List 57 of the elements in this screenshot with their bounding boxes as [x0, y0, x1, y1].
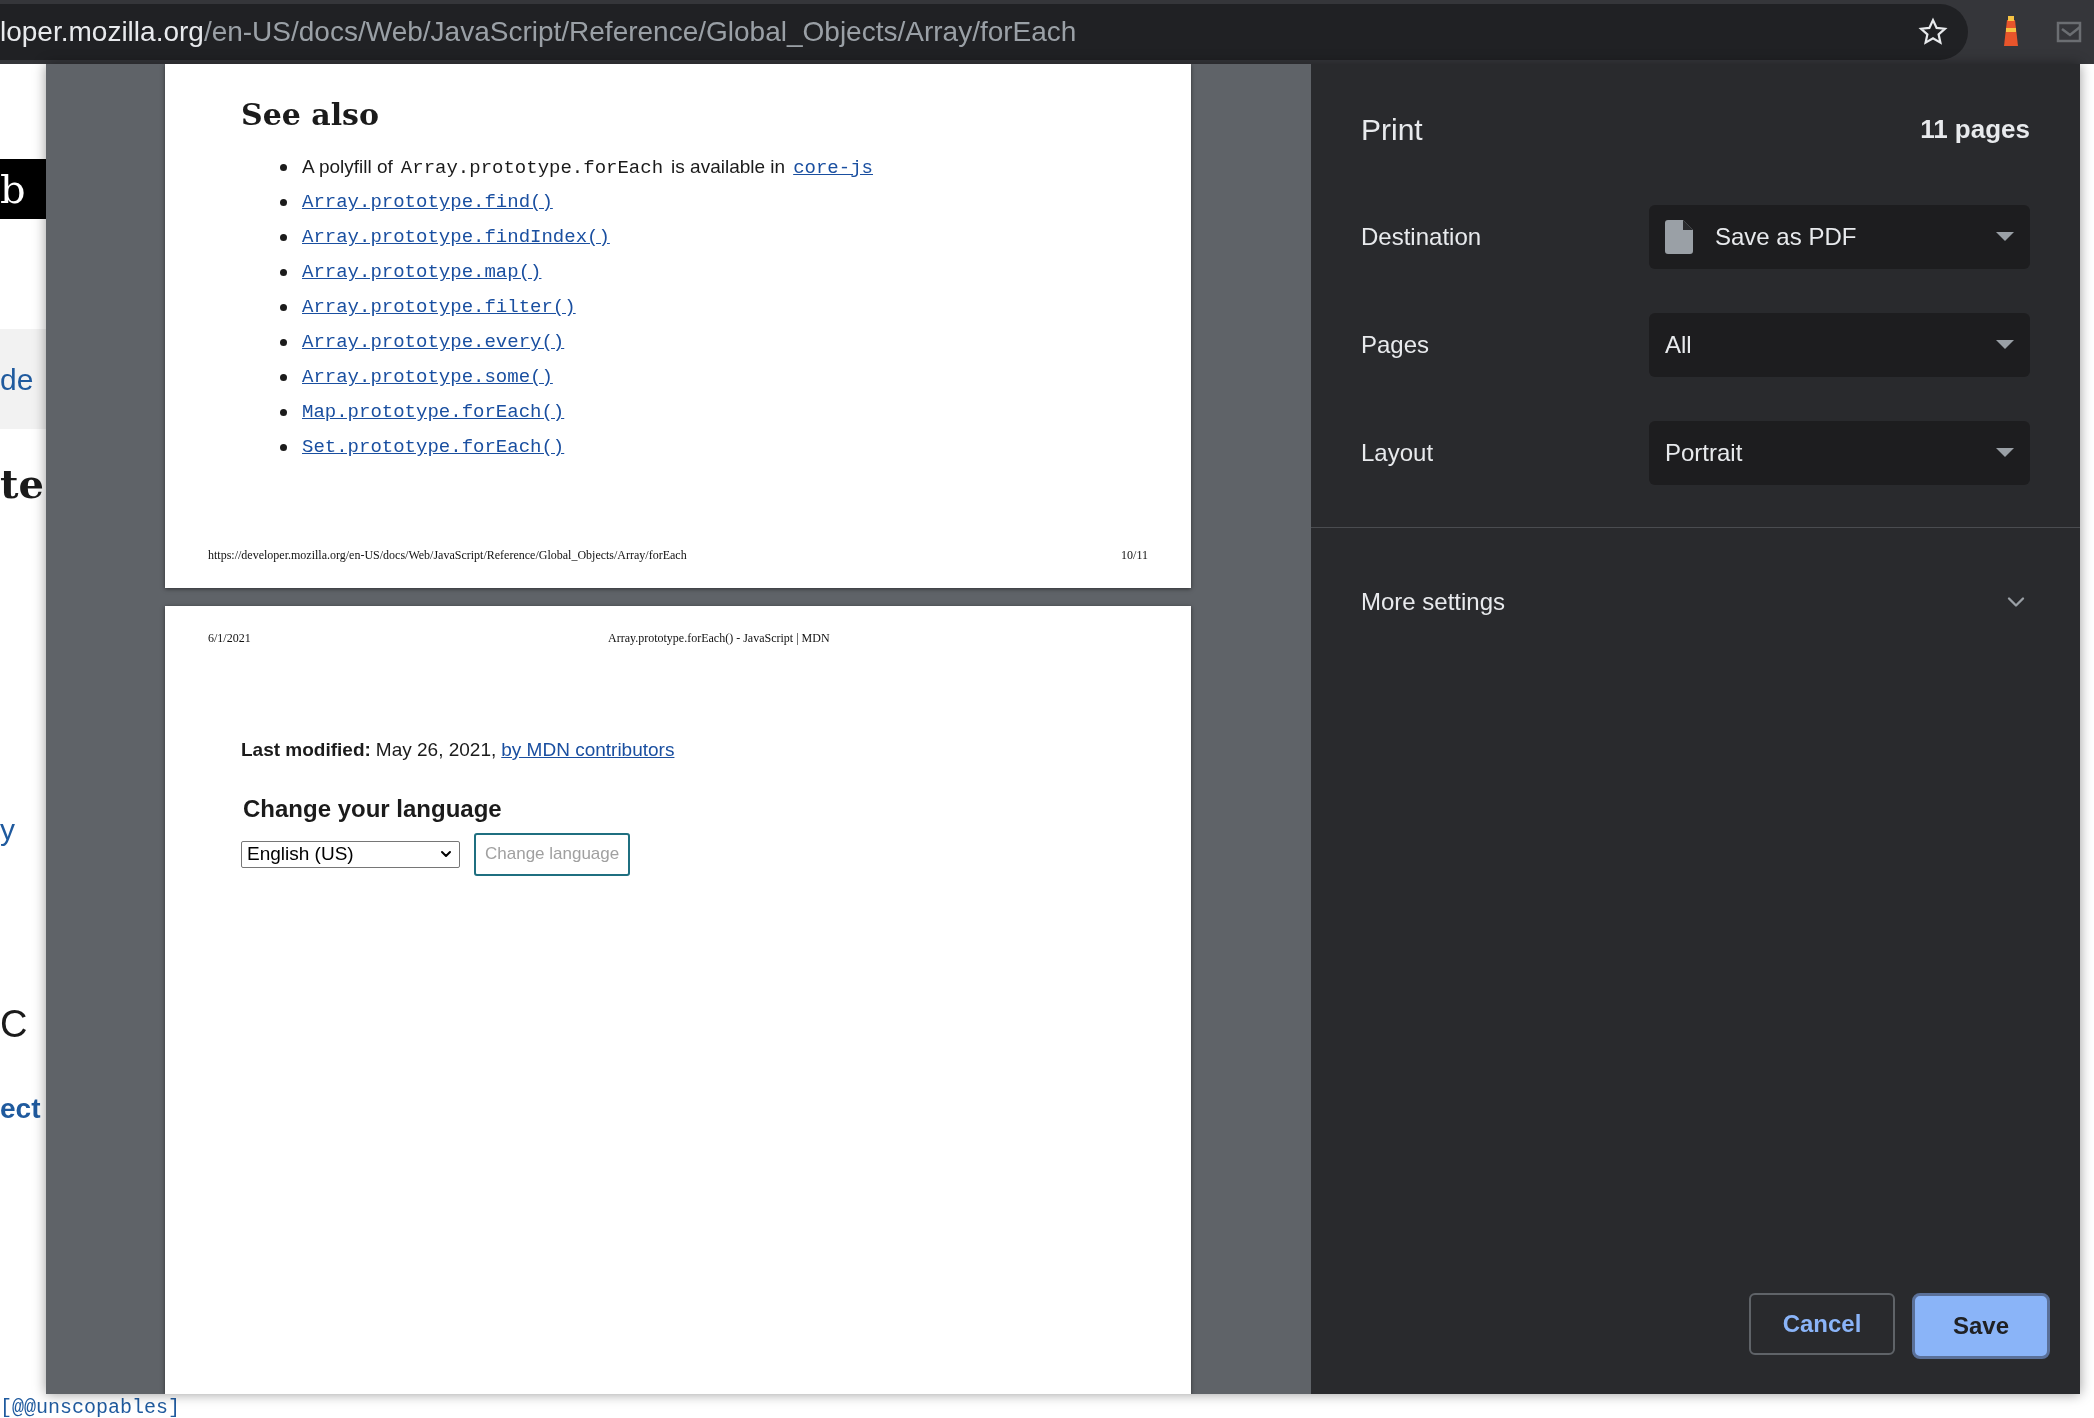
star-icon[interactable] [1918, 17, 1948, 47]
polyfill-text: A polyfill of [302, 154, 393, 179]
setting-label: Destination [1361, 222, 1483, 252]
setting-dropdown[interactable]: All [1649, 313, 2030, 377]
link[interactable]: core-js [793, 153, 873, 183]
page-footer-url: https://developer.mozilla.org/en-US/docs/Web/JavaScript/Reference/Global_Objects/Array/forEach [208, 547, 687, 564]
bullet-icon [280, 304, 287, 311]
last-modified-date: May 26, 2021, [375, 738, 497, 762]
bullet-icon [280, 409, 287, 416]
url-field[interactable]: loper.mozilla.org/en-US/docs/Web/JavaScript/Reference/Global_Objects/Array/forEach [0, 4, 1968, 60]
bullet-icon [280, 444, 287, 451]
link[interactable]: Array.prototype.filter() [302, 293, 576, 322]
page-title: Array.prototype.forEach() - JavaScript | MDN [608, 630, 830, 647]
contributors-link[interactable]: by MDN contributors [501, 736, 675, 765]
section-heading: See also [241, 100, 381, 130]
url-host: loper.mozilla.org [0, 15, 204, 49]
page-number: 10/11 [1121, 547, 1148, 564]
page-code-text: [@@unscopables] [0, 1398, 181, 1418]
page-banner-text: b [0, 169, 26, 209]
last-modified-label: Last modified: [241, 738, 371, 762]
link[interactable]: Map.prototype.forEach() [302, 398, 565, 427]
language-heading: Change your language [243, 796, 503, 821]
caret-icon [1996, 448, 2014, 458]
bullet-icon [280, 339, 287, 346]
setting-dropdown[interactable]: Portrait [1649, 421, 2030, 485]
bullet-icon [280, 234, 287, 241]
dialog-title: Print [1361, 111, 1423, 148]
link[interactable]: Array.prototype.find() [302, 188, 553, 217]
caret-icon [1996, 340, 2014, 350]
page-link[interactable]: de [0, 356, 34, 402]
url-path: /en-US/docs/Web/JavaScript/Reference/Global_Objects/Array/forEach [203, 15, 1077, 49]
setting-label: Layout [1361, 438, 1435, 468]
link[interactable]: Array.prototype.map() [302, 258, 542, 287]
file-icon [1665, 220, 1693, 254]
bullet-icon [280, 199, 287, 206]
page-count: 11 pages [1920, 112, 2030, 146]
polyfill-text: is available in [671, 154, 786, 179]
link[interactable]: Set.prototype.forEach() [302, 433, 565, 462]
page-heading: C [0, 1001, 28, 1047]
setting-label: Pages [1361, 330, 1431, 360]
page-date: 6/1/2021 [208, 630, 252, 647]
cancel-button[interactable]: Cancel [1749, 1293, 1895, 1355]
setting-dropdown[interactable]: Save as PDF [1649, 205, 2030, 269]
bullet-icon [280, 164, 287, 171]
language-select[interactable]: English (US) [241, 840, 460, 868]
page-link[interactable]: y [0, 806, 15, 852]
bullet-icon [280, 374, 287, 381]
caret-icon [1996, 232, 2014, 242]
more-settings-toggle[interactable]: More settings [1311, 582, 2080, 622]
bullet-icon [280, 269, 287, 276]
save-button[interactable]: Save [1912, 1293, 2050, 1359]
link[interactable]: Array.prototype.some() [302, 363, 553, 392]
page-heading: te [0, 459, 44, 509]
link[interactable]: Array.prototype.findIndex() [302, 223, 610, 252]
page-link[interactable]: ect [0, 1088, 41, 1130]
code-text: Array.prototype.forEach [400, 155, 664, 181]
link[interactable]: Array.prototype.every() [302, 328, 565, 357]
